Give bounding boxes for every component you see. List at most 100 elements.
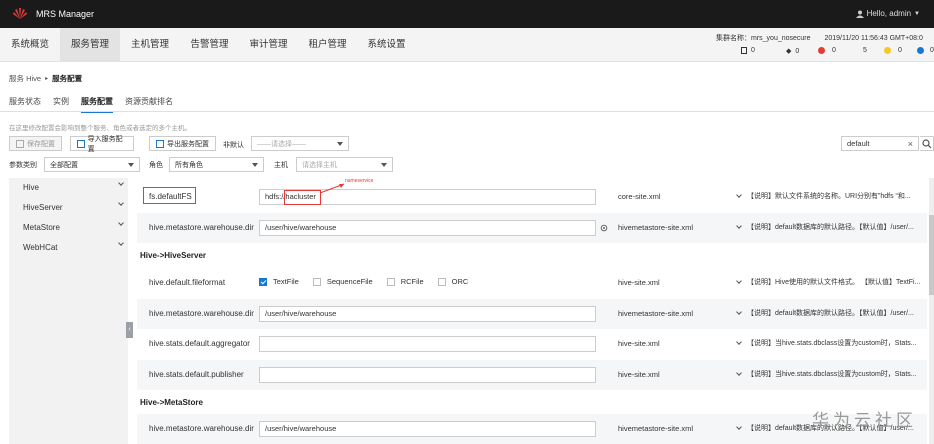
section-hiveserver: Hive->HiveServer [140,251,207,260]
search-button[interactable] [920,136,934,151]
annotation-label: nameservice [345,178,374,184]
param-value-input[interactable] [259,336,596,352]
param-description[interactable]: 【说明】当hive.stats.dbclass设置为custom时，Stats.… [736,338,917,348]
param-file: hivemetastore-site.xml [618,309,694,318]
param-description[interactable]: 【说明】default数据库的默认路径。【默认值】/user/... [736,308,914,318]
nav-system-settings[interactable]: 系统设置 [357,28,416,62]
export-config-button[interactable]: 导出服务配置 [149,136,216,151]
param-description[interactable]: 【说明】默认文件系统的名称。URI分别有”hdfs “和... [736,191,911,201]
checkbox-orc[interactable]: ORC [437,277,468,286]
cube-icon: ◆ [786,48,792,55]
checkbox-textfile[interactable]: TextFile [259,277,299,286]
sidebar-item-hive[interactable]: Hive [23,180,124,192]
chevron-down-icon [118,200,124,206]
param-name: hive.default.fileformat [149,278,226,287]
sidebar-item-hiveserver[interactable]: HiveServer [23,200,124,212]
sidebar-item-webhcat[interactable]: WebHCat [23,240,124,252]
watermark: 华为云社区 [812,411,917,431]
table-row: hive.metastore.warehouse.dir /user/hive/… [137,213,927,243]
nav-host-management[interactable]: 主机管理 [120,28,180,62]
nav-service-management[interactable]: 服务管理 [60,28,120,62]
param-file: hive-site.xml [618,339,660,348]
checkbox-rcfile[interactable]: RCFile [386,277,424,286]
param-name: hive.stats.default.aggregator [149,339,250,348]
save-icon [16,139,24,148]
cluster-name-label: 集群名称： [716,35,751,42]
clipboard-icon [741,47,747,54]
param-value-input[interactable]: /user/hive/warehouse [259,421,596,437]
category-select[interactable]: 全部配置 [44,157,140,172]
table-row: fs.defaultFS hdfs://hacluster core-site.… [137,182,927,212]
chevron-down-icon [736,309,742,315]
stat-critical-alarms[interactable]: 0 [818,47,836,54]
highlight-param-name [143,187,196,204]
fileformat-options: TextFile SequenceFile RCFile ORC [259,277,468,286]
checkbox-sequencefile[interactable]: SequenceFile [312,277,373,286]
caret-down-icon [337,141,343,146]
import-config-button[interactable]: 导入服务配置 [70,136,134,153]
param-value-input[interactable] [259,367,596,383]
search-icon [922,139,932,149]
huawei-logo-icon [13,8,27,19]
nav-audit-management[interactable]: 审计管理 [239,28,298,62]
stat-tasks[interactable]: 0 [741,47,755,54]
critical-alarm-icon [818,47,825,54]
caret-down-icon: ▼ [914,10,920,17]
param-description[interactable]: 【说明】当hive.stats.dbclass设置为custom时，Stats.… [736,369,917,379]
config-tree-sidebar: Hive HiveServer MetaStore WebHCat [9,178,128,444]
nondefault-select[interactable]: ——请选择—— [251,136,349,151]
gear-icon[interactable] [600,224,608,232]
stat-services[interactable]: ◆ 0 [786,47,799,56]
main-nav: 系统概览 服务管理 主机管理 告警管理 审计管理 租户管理 系统设置 集群名称：… [0,28,934,62]
chevron-down-icon [736,192,742,198]
chevron-down-icon [118,220,124,226]
role-label: 角色 [149,162,163,169]
config-hint: 在这里修改配置会影响到整个服务、角色或者选定的多个主机。 [9,125,191,132]
chevron-down-icon [118,180,124,186]
param-file: core-site.xml [618,192,661,201]
stat-minor-alarms[interactable]: 0 [884,47,902,54]
param-file: hivemetastore-site.xml [618,424,694,433]
host-select[interactable]: 请选择主机 [296,157,393,172]
host-label: 主机 [274,162,288,169]
param-file: hivemetastore-site.xml [618,223,694,232]
minor-alarm-icon [884,47,891,54]
param-description[interactable]: 【说明】default数据库的默认路径。【默认值】/user/... [736,222,914,232]
clear-icon[interactable]: × [908,139,913,149]
scrollbar-thumb[interactable] [929,215,934,295]
caret-down-icon [381,162,387,167]
caret-down-icon [252,162,258,167]
nav-system-overview[interactable]: 系统概览 [0,28,60,62]
param-file: hive-site.xml [618,370,660,379]
sidebar-item-metastore[interactable]: MetaStore [23,220,124,232]
param-value-input[interactable]: /user/hive/warehouse [259,220,596,236]
search-input[interactable]: default × [841,136,919,151]
user-greeting: Hello, admin [866,9,912,18]
breadcrumb-parent[interactable]: 服务 Hive [9,73,41,84]
param-name: hive.stats.default.publisher [149,370,244,379]
user-icon [855,10,864,18]
breadcrumb-current: 服务配置 [52,74,83,83]
stat-warning-alarms[interactable]: 0 [917,47,934,54]
cluster-info: 集群名称：mrs_you_nosecure 2019/11/20 11:56:4… [716,33,923,43]
stat-major-alarms[interactable]: 5 [863,47,867,54]
export-icon [156,139,164,148]
save-config-button[interactable]: 保存配置 [9,136,62,151]
param-file: hive-site.xml [618,278,660,287]
table-row: hive.metastore.warehouse.dir /user/hive/… [137,414,927,444]
chevron-down-icon [118,240,124,246]
chevron-down-icon [736,223,742,229]
section-metastore: Hive->MetaStore [140,398,203,407]
app-title: MRS Manager [36,9,95,19]
role-select[interactable]: 所有角色 [169,157,264,172]
param-description[interactable]: 【说明】Hive使用的默认文件格式。 【默认值】TextFi... [736,277,920,287]
highlight-nameservice [284,190,321,205]
nav-alarm-management[interactable]: 告警管理 [180,28,239,62]
user-menu[interactable]: Hello, admin ▼ [855,9,920,18]
param-value-input[interactable]: /user/hive/warehouse [259,306,596,322]
table-row: hive.default.fileformat TextFile Sequenc… [137,268,927,298]
chevron-down-icon [736,339,742,345]
sidebar-collapse-handle[interactable]: ‹ [126,322,133,338]
chevron-down-icon [736,370,742,376]
nav-tenant-management[interactable]: 租户管理 [298,28,357,62]
